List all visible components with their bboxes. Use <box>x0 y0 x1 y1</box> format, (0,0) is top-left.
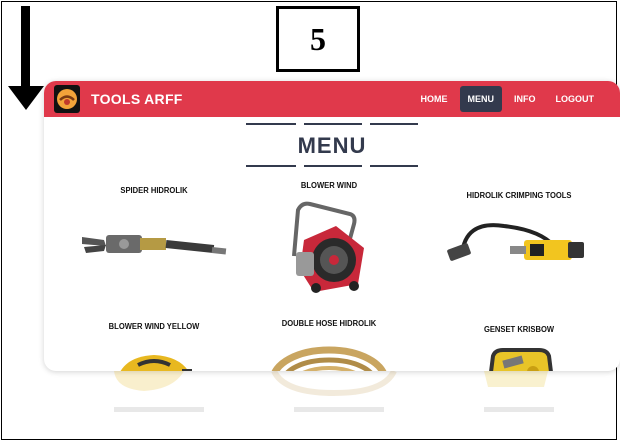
product-card[interactable]: BLOWER WIND <box>254 181 404 296</box>
app-window: TOOLS ARFF HOME MENU INFO LOGOUT MENU SP… <box>44 81 620 371</box>
page-title: MENU <box>297 133 367 158</box>
product-card[interactable]: SPIDER HIDROLIK <box>74 186 234 277</box>
product-name: GENSET KRISBOW <box>483 325 555 334</box>
product-name: DOUBLE HOSE HIDROLIK <box>281 319 377 328</box>
product-card[interactable]: HIDROLIK CRIMPING TOOLS <box>444 191 594 286</box>
step-number: 5 <box>310 20 326 57</box>
page-heading: MENU <box>244 121 420 167</box>
nav-logout[interactable]: LOGOUT <box>548 86 603 112</box>
product-name: SPIDER HIDROLIK <box>120 186 188 195</box>
nav-home[interactable]: HOME <box>413 86 456 112</box>
step-number-badge: 5 <box>276 6 360 72</box>
product-card[interactable]: BLOWER WIND YELLOW <box>74 322 234 371</box>
yellow-blower-icon <box>120 355 192 371</box>
genset-icon <box>489 348 553 371</box>
crimping-tool-icon <box>447 223 584 261</box>
blower-fan-icon <box>292 201 364 293</box>
nav-menu[interactable]: MENU <box>459 86 502 112</box>
product-card[interactable]: DOUBLE HOSE HIDROLIK <box>254 319 404 371</box>
nav-links: HOME MENU INFO LOGOUT <box>413 86 603 112</box>
brand-title[interactable]: TOOLS ARFF <box>91 91 183 107</box>
logo-icon[interactable] <box>54 85 80 113</box>
product-card[interactable]: GENSET KRISBOW <box>444 325 594 371</box>
product-name: BLOWER WIND YELLOW <box>108 322 200 331</box>
product-name: HIDROLIK CRIMPING TOOLS <box>466 191 572 200</box>
down-arrow-icon <box>8 6 44 110</box>
spider-hydraulic-tool-icon <box>82 235 227 255</box>
nav-info[interactable]: INFO <box>506 86 544 112</box>
product-name: BLOWER WIND <box>300 181 358 190</box>
hose-coil-icon <box>271 346 387 371</box>
navbar: TOOLS ARFF HOME MENU INFO LOGOUT <box>44 81 620 117</box>
